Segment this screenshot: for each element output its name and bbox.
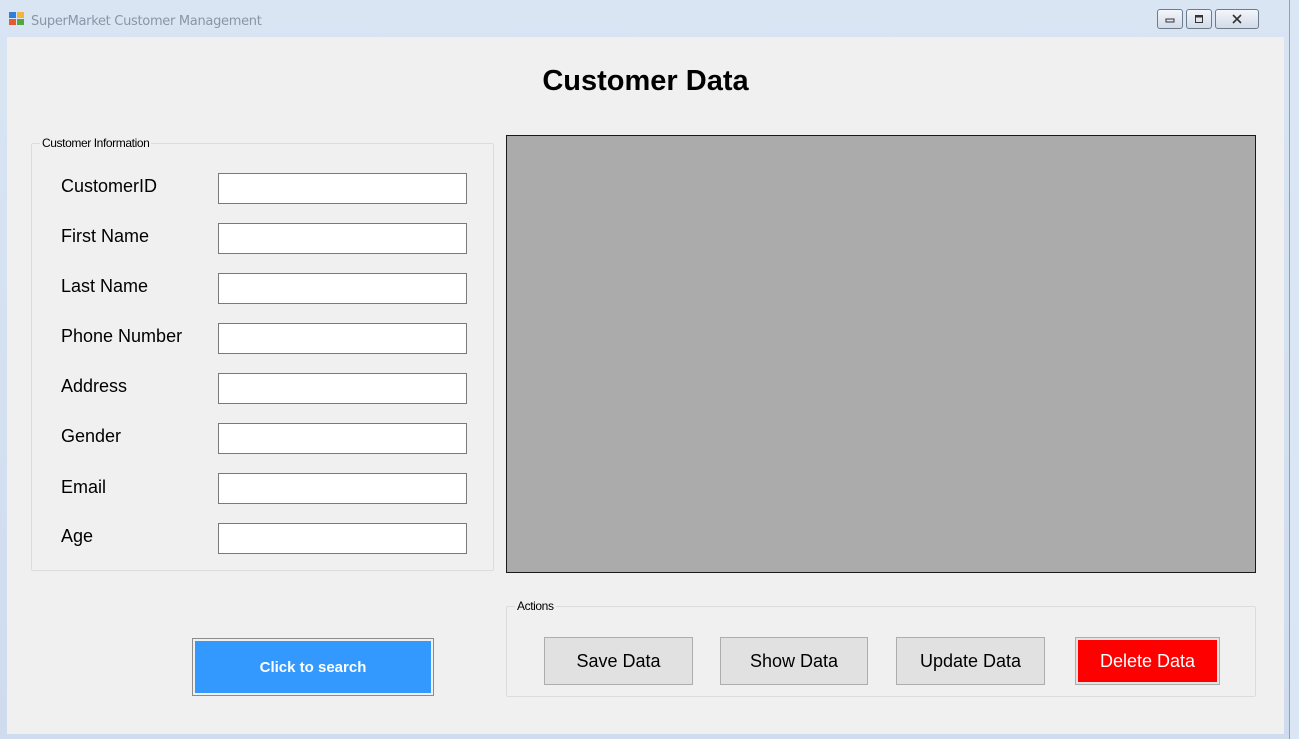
last-name-label: Last Name bbox=[61, 276, 149, 296]
app-window: SuperMarket Customer Management Customer… bbox=[0, 0, 1290, 739]
phone-number-label: Phone Number bbox=[61, 326, 183, 346]
search-button-label: Click to search bbox=[195, 641, 431, 693]
first-name-label: First Name bbox=[61, 226, 150, 246]
search-button[interactable]: Click to search bbox=[192, 638, 434, 696]
save-data-button[interactable]: Save Data bbox=[544, 637, 693, 685]
window-title: SuperMarket Customer Management bbox=[31, 14, 262, 29]
update-data-button[interactable]: Update Data bbox=[896, 637, 1045, 685]
minimize-icon bbox=[1158, 10, 1182, 28]
customer-information-group: Customer Information bbox=[31, 136, 494, 571]
customer-id-input[interactable] bbox=[218, 173, 467, 204]
page-title: Customer Data bbox=[542, 65, 749, 97]
show-data-button[interactable]: Show Data bbox=[720, 637, 868, 685]
gender-input[interactable] bbox=[218, 423, 467, 454]
address-input[interactable] bbox=[218, 373, 467, 404]
age-label: Age bbox=[61, 526, 94, 546]
last-name-input[interactable] bbox=[218, 273, 467, 304]
app-icon bbox=[9, 12, 25, 26]
minimize-button[interactable] bbox=[1157, 9, 1183, 29]
maximize-button[interactable] bbox=[1186, 9, 1212, 29]
maximize-icon bbox=[1187, 10, 1211, 28]
age-input[interactable] bbox=[218, 523, 467, 554]
close-icon bbox=[1216, 10, 1258, 28]
phone-number-input[interactable] bbox=[218, 323, 467, 354]
title-bar[interactable]: SuperMarket Customer Management bbox=[0, 0, 1289, 37]
customer-id-label: CustomerID bbox=[61, 176, 158, 196]
address-label: Address bbox=[61, 376, 128, 396]
gender-label: Gender bbox=[61, 426, 122, 446]
first-name-input[interactable] bbox=[218, 223, 467, 254]
customer-data-grid[interactable] bbox=[506, 135, 1256, 573]
form-client-area: Customer Data Customer Information Custo… bbox=[7, 37, 1284, 734]
delete-data-button[interactable]: Delete Data bbox=[1075, 637, 1220, 685]
email-input[interactable] bbox=[218, 473, 467, 504]
email-label: Email bbox=[61, 477, 107, 497]
close-button[interactable] bbox=[1215, 9, 1259, 29]
customer-information-legend: Customer Information bbox=[40, 136, 152, 150]
actions-legend: Actions bbox=[515, 599, 556, 613]
